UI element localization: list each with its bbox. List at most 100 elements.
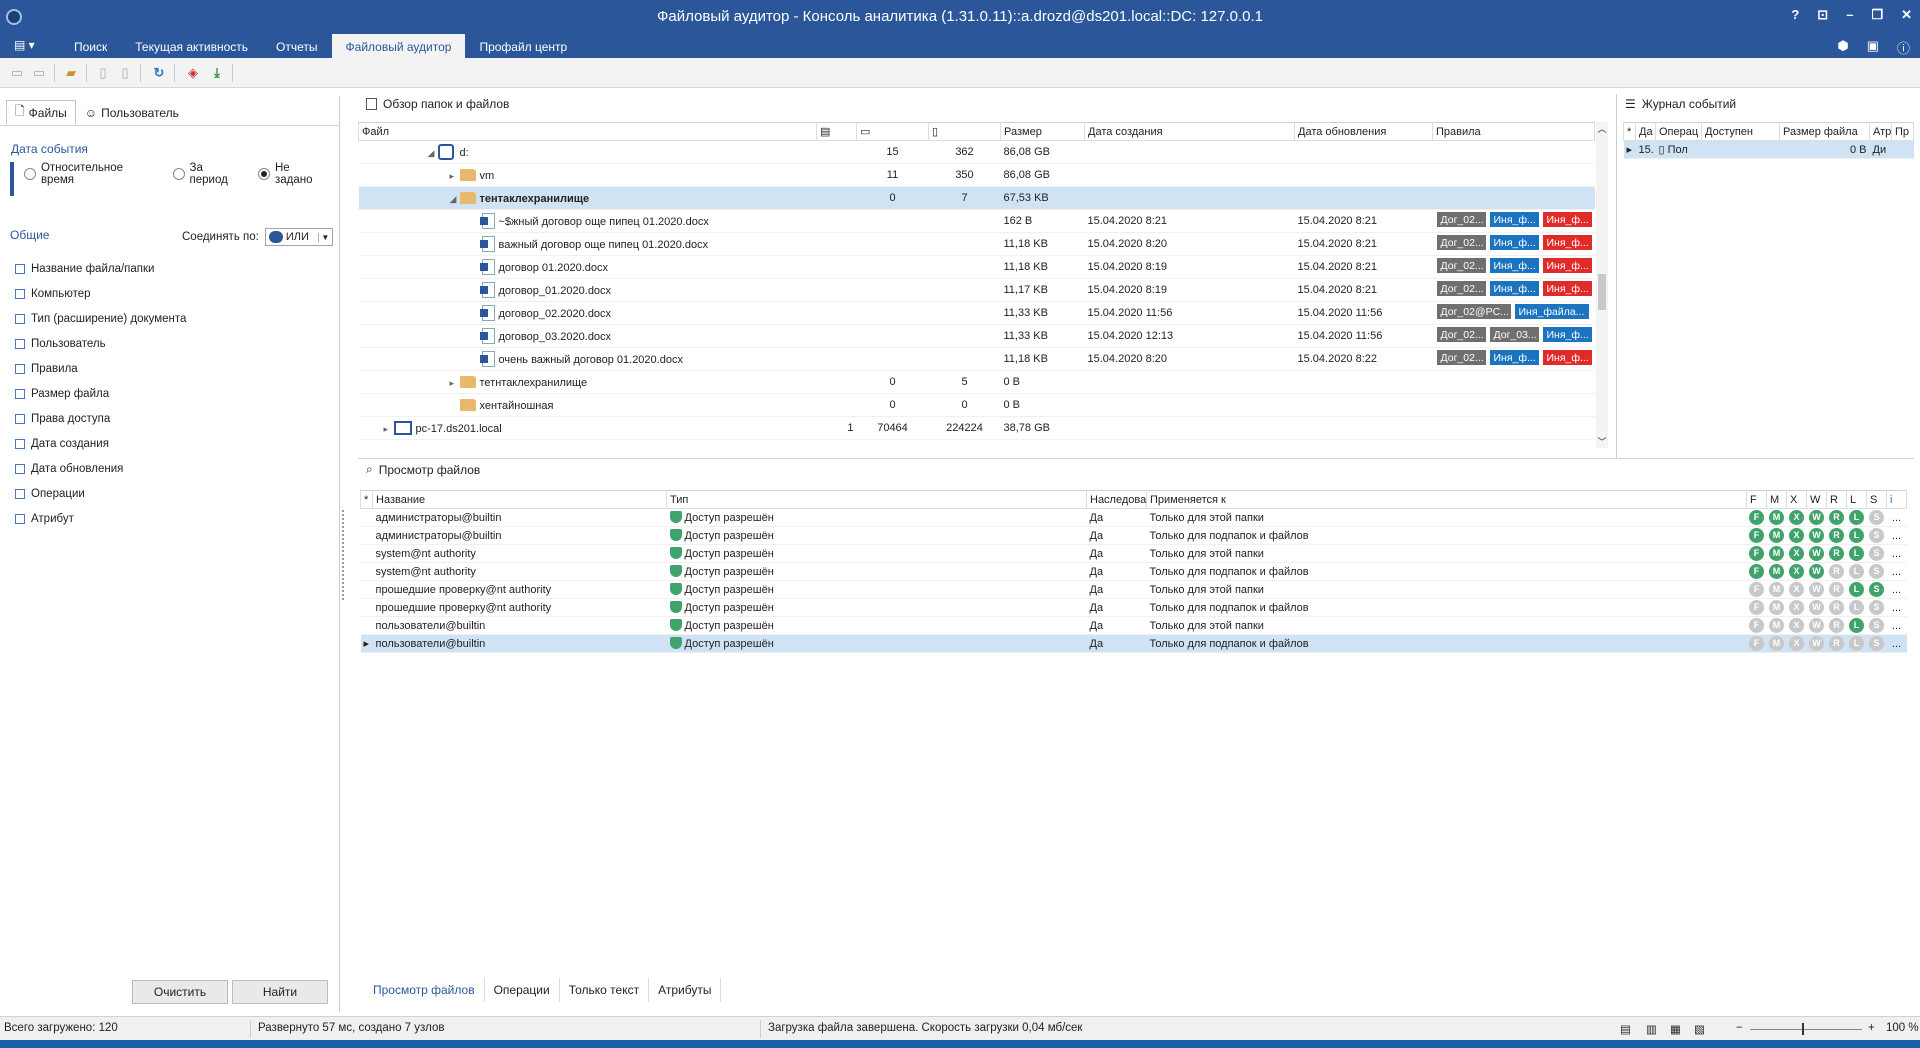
splitter-handle[interactable]	[342, 510, 346, 600]
col-marker[interactable]: *	[1623, 122, 1636, 141]
expand-toggle[interactable]: ▸	[384, 424, 394, 435]
tree-row[interactable]: ~$жный договор още пипец 01.2020.docx 162…	[358, 209, 1595, 233]
tree-row[interactable]: договор 01.2020.docx 11,18 KB 15.04.2020 8…	[358, 255, 1595, 279]
clear-button[interactable]: Очистить	[132, 980, 228, 1004]
expand-toggle[interactable]: ◢	[450, 194, 460, 205]
col-perm-x[interactable]: X	[1786, 490, 1807, 509]
open-folder-icon[interactable]: ▰	[62, 64, 80, 82]
radio-relative-time[interactable]: Относительное время	[24, 162, 159, 186]
permission-row[interactable]: прошедшие проверку@nt authority Доступ ра…	[360, 580, 1907, 599]
filter-item[interactable]: Тип (расширение) документа	[15, 306, 335, 331]
more-button[interactable]: ...	[1886, 616, 1907, 635]
filter-item[interactable]: Права доступа	[15, 406, 335, 431]
col-perm-f[interactable]: F	[1746, 490, 1767, 509]
checkbox[interactable]	[15, 338, 25, 349]
permission-row[interactable]: system@nt authority Доступ разрешён Да Толь…	[360, 544, 1907, 563]
filter-item[interactable]: Размер файла	[15, 381, 335, 406]
col-type[interactable]: Тип	[666, 490, 1087, 509]
row-expander[interactable]	[360, 616, 373, 635]
tab-profile-center[interactable]: Профайл центр	[465, 34, 581, 58]
tree-row[interactable]: важный договор още пипец 01.2020.docx 11,…	[358, 232, 1595, 256]
tab-operations[interactable]: Операции	[485, 978, 560, 1002]
checkbox[interactable]	[15, 263, 25, 274]
tree-row[interactable]: договор_02.2020.docx 11,33 KB 15.04.2020 1…	[358, 301, 1595, 325]
filter-item[interactable]: Атрибут	[15, 506, 335, 531]
col-perm-w[interactable]: W	[1806, 490, 1827, 509]
id-card-icon[interactable]: ▣	[1867, 38, 1879, 57]
tree-row[interactable]: ▸ тетнтаклехранилище 0 5 0 B	[358, 370, 1595, 394]
app-menu-button[interactable]: ▤ ▾	[14, 38, 35, 52]
filter-item[interactable]: Пользователь	[15, 331, 335, 356]
more-button[interactable]: ...	[1886, 634, 1907, 653]
col-inherited[interactable]: Наследова	[1086, 490, 1147, 509]
col-date[interactable]: Да	[1635, 122, 1656, 141]
col-perm-s[interactable]: S	[1866, 490, 1887, 509]
chevron-up-icon[interactable]: ︿	[1596, 122, 1608, 135]
permission-row[interactable]: system@nt authority Доступ разрешён Да Толь…	[360, 562, 1907, 581]
zoom-in-button[interactable]: +	[1868, 1022, 1875, 1034]
rule-badge[interactable]: Дог_03...	[1488, 326, 1540, 343]
help-icon[interactable]: ?	[1791, 7, 1799, 23]
restore-layout-icon[interactable]: ⊡	[1817, 7, 1828, 23]
package-icon[interactable]: ⬢	[1837, 38, 1848, 57]
scrollbar-thumb[interactable]	[1598, 274, 1606, 310]
layout-icon[interactable]: ▧	[1694, 1022, 1705, 1036]
filter-item[interactable]: Дата обновления	[15, 456, 335, 481]
checkbox[interactable]	[15, 513, 25, 524]
checkbox[interactable]	[15, 413, 25, 424]
rule-badge[interactable]: Дог_02...	[1435, 234, 1487, 251]
more-button[interactable]: ...	[1886, 526, 1907, 545]
rule-badge[interactable]: Дог_02...	[1435, 349, 1487, 366]
close-button[interactable]: ✕	[1901, 7, 1912, 23]
chevron-down-icon[interactable]: ﹀	[1596, 435, 1608, 448]
more-button[interactable]: ...	[1886, 580, 1907, 599]
rule-badge[interactable]: Иня_ф...	[1541, 234, 1593, 251]
col-operation[interactable]: Операц	[1655, 122, 1702, 141]
minimize-button[interactable]: –	[1846, 7, 1853, 23]
tree-row[interactable]: ▸ vm 11 350 86,08 GB	[358, 163, 1595, 187]
tab-files[interactable]: 🗋 Файлы	[6, 100, 76, 125]
tree-row[interactable]: очень важный договор 01.2020.docx 11,18 K…	[358, 347, 1595, 371]
row-expander[interactable]	[360, 580, 373, 599]
col-folders[interactable]: ▭	[856, 122, 929, 141]
find-button[interactable]: Найти	[232, 980, 328, 1004]
col-file[interactable]: Файл	[358, 122, 817, 141]
tab-attributes[interactable]: Атрибуты	[649, 978, 722, 1002]
rule-badge[interactable]: Иня_ф...	[1541, 211, 1593, 228]
checkbox[interactable]	[15, 463, 25, 474]
col-perm-m[interactable]: M	[1766, 490, 1787, 509]
rule-badge[interactable]: Иня_ф...	[1541, 326, 1593, 343]
more-button[interactable]: ...	[1886, 598, 1907, 617]
filter-item[interactable]: Операции	[15, 481, 335, 506]
join-by-select[interactable]: ИЛИ ▼	[264, 228, 333, 246]
row-expander[interactable]: ▸	[1623, 140, 1636, 159]
layout-icon[interactable]: ▤	[1620, 1022, 1631, 1036]
tab-reports[interactable]: Отчеты	[262, 34, 331, 58]
col-name[interactable]: Название	[372, 490, 667, 509]
more-button[interactable]: ...	[1886, 508, 1907, 527]
tree-row[interactable]: договор_03.2020.docx 11,33 KB 15.04.2020 1…	[358, 324, 1595, 348]
tab-text-only[interactable]: Только текст	[560, 978, 650, 1002]
rule-badge[interactable]: Дог_02@PC...	[1435, 303, 1512, 320]
col-marker[interactable]: *	[360, 490, 373, 509]
tree-row[interactable]: ◢ d: 15 362 86,08 GB	[358, 140, 1595, 164]
download-icon[interactable]: ⤓	[208, 64, 226, 82]
rule-badge[interactable]: Иня_ф...	[1488, 211, 1540, 228]
col-perm-r[interactable]: R	[1826, 490, 1847, 509]
rule-badge[interactable]: Иня_ф...	[1541, 280, 1593, 297]
table-row[interactable]: ▸ 15. ▯ Пол 0 B Ди	[1623, 140, 1914, 159]
col-created[interactable]: Дата создания	[1084, 122, 1295, 141]
checkbox[interactable]	[15, 313, 25, 324]
row-expander[interactable]	[360, 544, 373, 563]
permission-row[interactable]: администраторы@builtin Доступ разрешён Да Т…	[360, 526, 1907, 545]
folder-scrollbar[interactable]: ︿ ﹀	[1596, 122, 1608, 448]
tab-file-auditor[interactable]: Файловый аудитор	[331, 34, 466, 58]
rule-badge[interactable]: Дог_02...	[1435, 211, 1487, 228]
radio-not-set[interactable]: Не задано	[258, 162, 330, 186]
checkbox[interactable]	[15, 288, 25, 299]
layout-icon[interactable]: ▦	[1670, 1022, 1681, 1036]
tree-row[interactable]: ▸ pc-17.ds201.local 1 70464 224224 38,78 GB	[358, 416, 1595, 440]
row-expander[interactable]	[360, 598, 373, 617]
tab-current-activity[interactable]: Текущая активность	[121, 34, 262, 58]
info-icon[interactable]: ⓘ	[1897, 38, 1910, 57]
